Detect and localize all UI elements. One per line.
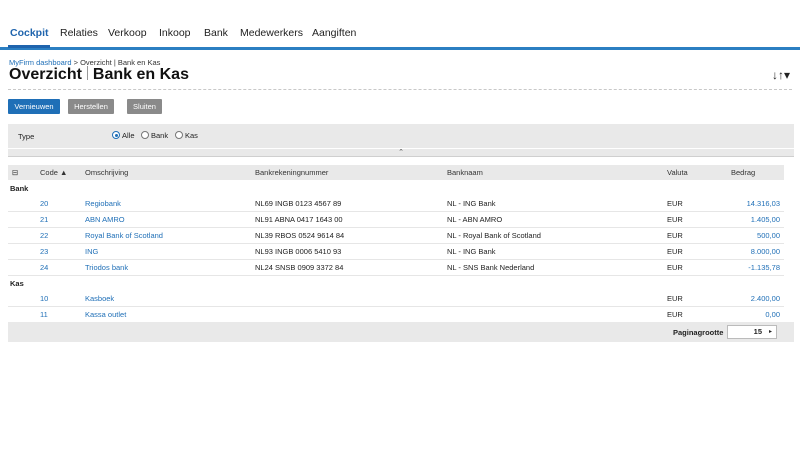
page-size-value: 15 [753,327,762,336]
row-code[interactable]: 23 [40,247,48,256]
column-header-code[interactable]: Code ▲ [40,168,67,177]
row-code[interactable]: 20 [40,199,48,208]
radio-bank[interactable]: Bank [141,131,168,140]
row-bedrag[interactable]: 0,00 [765,310,780,319]
close-button[interactable]: Sluiten [127,99,162,114]
row-valuta: EUR [667,310,683,319]
column-header-valuta[interactable]: Valuta [667,168,688,177]
row-code[interactable]: 10 [40,294,48,303]
row-omschrijving[interactable]: Triodos bank [85,263,128,272]
radio-selected-icon [112,131,120,139]
table-header: ⊟ Code ▲ Omschrijving Bankrekeningnummer… [8,165,784,180]
table-row[interactable]: 11 Kassa outlet EUR 0,00 [8,307,784,323]
top-navigation: Cockpit Relaties Verkoop Inkoop Bank Med… [0,0,800,50]
sort-tool-icon[interactable]: ↓↑▾ [772,68,790,82]
tab-inkoop[interactable]: Inkoop [159,27,191,39]
title-divider [8,89,792,90]
reset-button[interactable]: Herstellen [68,99,114,114]
row-bedrag[interactable]: 14.316,03 [747,199,780,208]
radio-alle[interactable]: Alle [112,131,135,140]
row-omschrijving[interactable]: ING [85,247,98,256]
table-row[interactable]: 23 ING NL93 INGB 0006 5410 93 NL - ING B… [8,244,784,260]
row-iban: NL24 SNSB 0909 3372 84 [255,263,344,272]
page-title-part2: Bank en Kas [92,66,189,83]
tab-relaties[interactable]: Relaties [60,27,98,39]
column-header-banknaam[interactable]: Banknaam [447,168,483,177]
tab-aangiften[interactable]: Aangiften [312,27,356,39]
row-iban: NL91 ABNA 0417 1643 00 [255,215,343,224]
column-settings-icon[interactable]: ⊟ [12,168,18,177]
radio-kas[interactable]: Kas [175,131,198,140]
active-tab-indicator [8,45,50,48]
radio-empty-icon [141,131,149,139]
row-banknaam: NL - ING Bank [447,199,496,208]
caret-right-icon: ▸ [768,329,772,335]
table-row[interactable]: 22 Royal Bank of Scotland NL39 RBOS 0524… [8,228,784,244]
row-banknaam: NL - ABN AMRO [447,215,503,224]
row-omschrijving[interactable]: Kasboek [85,294,114,303]
row-iban: NL93 INGB 0006 5410 93 [255,247,342,256]
chevron-up-icon: ⌃ [398,149,404,156]
page-title: Overzicht Bank en Kas [9,66,189,84]
page-size-label: Paginagrootte [673,328,724,337]
row-valuta: EUR [667,215,683,224]
radio-empty-icon [175,131,183,139]
refresh-button[interactable]: Vernieuwen [8,99,60,114]
page-size-select[interactable]: 15 ▸ [727,325,777,339]
column-header-omschrijving[interactable]: Omschrijving [85,168,128,177]
filter-type-label: Type [18,132,35,141]
tab-bank[interactable]: Bank [204,27,228,39]
radio-alle-label: Alle [122,131,135,140]
row-valuta: EUR [667,199,683,208]
row-bedrag[interactable]: 2.400,00 [751,294,780,303]
row-code[interactable]: 24 [40,263,48,272]
row-omschrijving[interactable]: Kassa outlet [85,310,126,319]
row-omschrijving[interactable]: ABN AMRO [85,215,125,224]
row-iban: NL69 INGB 0123 4567 89 [255,199,342,208]
table-footer: Paginagrootte 15 ▸ [8,322,794,342]
row-omschrijving[interactable]: Royal Bank of Scotland [85,231,163,240]
row-banknaam: NL - SNS Bank Nederland [447,263,535,272]
column-header-iban[interactable]: Bankrekeningnummer [255,168,328,177]
row-valuta: EUR [667,247,683,256]
column-header-bedrag[interactable]: Bedrag [731,168,755,177]
row-bedrag[interactable]: 1.405,00 [751,215,780,224]
row-banknaam: NL - Royal Bank of Scotland [447,231,541,240]
filter-panel: Type Alle Bank Kas [8,124,794,148]
row-valuta: EUR [667,294,683,303]
group-label: Kas [10,279,24,288]
group-label: Bank [10,184,29,193]
radio-bank-label: Bank [151,131,169,140]
tab-verkoop[interactable]: Verkoop [108,27,147,39]
radio-kas-label: Kas [185,131,198,140]
row-bedrag[interactable]: 500,00 [757,231,780,240]
row-iban: NL39 RBOS 0524 9614 84 [255,231,345,240]
row-valuta: EUR [667,231,683,240]
tab-medewerkers[interactable]: Medewerkers [240,27,303,39]
group-header-bank: Bank [8,181,784,196]
tab-cockpit[interactable]: Cockpit [10,27,49,39]
row-bedrag[interactable]: 8.000,00 [751,247,780,256]
page-title-part1: Overzicht [9,66,82,83]
table-row[interactable]: 20 Regiobank NL69 INGB 0123 4567 89 NL -… [8,196,784,212]
row-bedrag[interactable]: -1.135,78 [748,263,780,272]
group-header-kas: Kas [8,276,784,291]
row-valuta: EUR [667,263,683,272]
row-omschrijving[interactable]: Regiobank [85,199,121,208]
row-code[interactable]: 11 [40,310,48,319]
table-row[interactable]: 24 Triodos bank NL24 SNSB 0909 3372 84 N… [8,260,784,276]
row-code[interactable]: 21 [40,215,48,224]
collapse-filter-toggle[interactable]: ⌃ [8,149,794,157]
row-code[interactable]: 22 [40,231,48,240]
title-separator [86,66,88,80]
table-row[interactable]: 21 ABN AMRO NL91 ABNA 0417 1643 00 NL - … [8,212,784,228]
row-banknaam: NL - ING Bank [447,247,496,256]
table-row[interactable]: 10 Kasboek EUR 2.400,00 [8,291,784,307]
